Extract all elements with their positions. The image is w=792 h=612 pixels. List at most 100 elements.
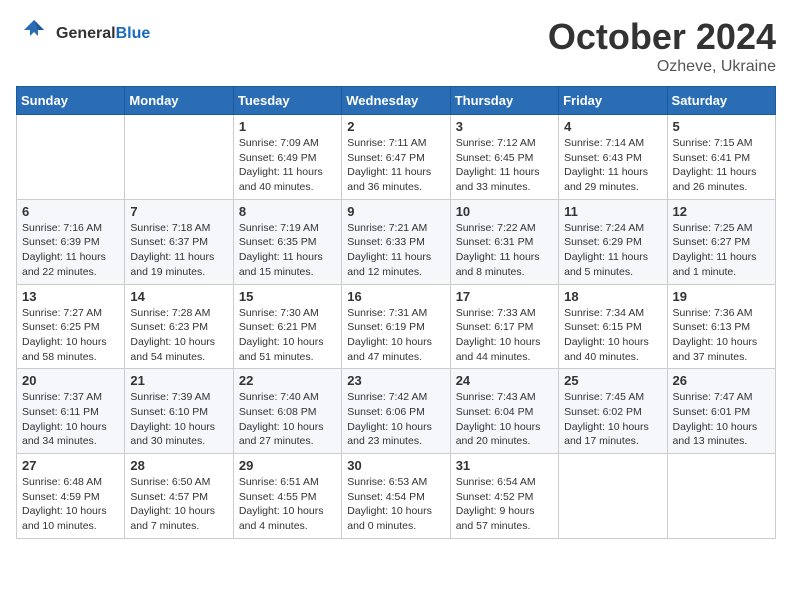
week-row-1: 1 Sunrise: 7:09 AMSunset: 6:49 PMDaylight…	[17, 115, 776, 200]
day-number: 28	[130, 458, 227, 473]
day-number: 11	[564, 204, 661, 219]
day-number: 23	[347, 373, 444, 388]
day-number: 26	[673, 373, 770, 388]
cell-content: Sunrise: 7:31 AMSunset: 6:19 PMDaylight:…	[347, 306, 444, 365]
calendar-cell: 1 Sunrise: 7:09 AMSunset: 6:49 PMDaylight…	[233, 115, 341, 200]
month-title: October 2024	[548, 16, 776, 58]
weekday-header-friday: Friday	[559, 87, 667, 115]
cell-content: Sunrise: 7:11 AMSunset: 6:47 PMDaylight:…	[347, 136, 444, 195]
day-number: 18	[564, 289, 661, 304]
calendar-cell: 5 Sunrise: 7:15 AMSunset: 6:41 PMDaylight…	[667, 115, 775, 200]
weekday-header-thursday: Thursday	[450, 87, 558, 115]
cell-content: Sunrise: 7:47 AMSunset: 6:01 PMDaylight:…	[673, 390, 770, 449]
day-number: 4	[564, 119, 661, 134]
day-number: 29	[239, 458, 336, 473]
cell-content: Sunrise: 7:43 AMSunset: 6:04 PMDaylight:…	[456, 390, 553, 449]
cell-content: Sunrise: 7:24 AMSunset: 6:29 PMDaylight:…	[564, 221, 661, 280]
day-number: 5	[673, 119, 770, 134]
cell-content: Sunrise: 7:27 AMSunset: 6:25 PMDaylight:…	[22, 306, 119, 365]
calendar-cell: 17Sunrise: 7:33 AMSunset: 6:17 PMDayligh…	[450, 284, 558, 369]
weekday-header-row: SundayMondayTuesdayWednesdayThursdayFrid…	[17, 87, 776, 115]
calendar-cell: 4 Sunrise: 7:14 AMSunset: 6:43 PMDaylight…	[559, 115, 667, 200]
calendar-cell: 20 Sunrise: 7:37 AMSunset: 6:11 PMDayligh…	[17, 369, 125, 454]
location-title: Ozheve, Ukraine	[548, 58, 776, 76]
week-row-4: 20 Sunrise: 7:37 AMSunset: 6:11 PMDayligh…	[17, 369, 776, 454]
calendar-cell: 28 Sunrise: 6:50 AMSunset: 4:57 PMDayligh…	[125, 454, 233, 539]
calendar-cell: 8 Sunrise: 7:19 AMSunset: 6:35 PMDaylight…	[233, 199, 341, 284]
calendar-cell: 31 Sunrise: 6:54 AMSunset: 4:52 PMDayligh…	[450, 454, 558, 539]
calendar-cell: 27 Sunrise: 6:48 AMSunset: 4:59 PMDayligh…	[17, 454, 125, 539]
cell-content: Sunrise: 7:14 AMSunset: 6:43 PMDaylight:…	[564, 136, 661, 195]
day-number: 6	[22, 204, 119, 219]
logo-text-general: General	[56, 25, 116, 43]
cell-content: Sunrise: 7:30 AMSunset: 6:21 PMDaylight:…	[239, 306, 336, 365]
day-number: 1	[239, 119, 336, 134]
day-number: 16	[347, 289, 444, 304]
cell-content: Sunrise: 6:53 AMSunset: 4:54 PMDaylight:…	[347, 475, 444, 534]
cell-content: Sunrise: 7:42 AMSunset: 6:06 PMDaylight:…	[347, 390, 444, 449]
calendar-cell: 25Sunrise: 7:45 AMSunset: 6:02 PMDayligh…	[559, 369, 667, 454]
day-number: 2	[347, 119, 444, 134]
cell-content: Sunrise: 7:45 AMSunset: 6:02 PMDaylight:…	[564, 390, 661, 449]
calendar-cell: 18 Sunrise: 7:34 AMSunset: 6:15 PMDayligh…	[559, 284, 667, 369]
cell-content: Sunrise: 6:51 AMSunset: 4:55 PMDaylight:…	[239, 475, 336, 534]
calendar-cell: 2 Sunrise: 7:11 AMSunset: 6:47 PMDaylight…	[342, 115, 450, 200]
calendar-cell: 9 Sunrise: 7:21 AMSunset: 6:33 PMDaylight…	[342, 199, 450, 284]
page-header: General Blue October 2024 Ozheve, Ukrain…	[16, 16, 776, 76]
cell-content: Sunrise: 7:22 AMSunset: 6:31 PMDaylight:…	[456, 221, 553, 280]
day-number: 10	[456, 204, 553, 219]
calendar-cell: 10 Sunrise: 7:22 AMSunset: 6:31 PMDayligh…	[450, 199, 558, 284]
calendar-cell	[125, 115, 233, 200]
calendar-cell: 15 Sunrise: 7:30 AMSunset: 6:21 PMDayligh…	[233, 284, 341, 369]
day-number: 22	[239, 373, 336, 388]
day-number: 15	[239, 289, 336, 304]
day-number: 7	[130, 204, 227, 219]
calendar-cell: 7 Sunrise: 7:18 AMSunset: 6:37 PMDaylight…	[125, 199, 233, 284]
cell-content: Sunrise: 7:28 AMSunset: 6:23 PMDaylight:…	[130, 306, 227, 365]
calendar-cell: 22 Sunrise: 7:40 AMSunset: 6:08 PMDayligh…	[233, 369, 341, 454]
cell-content: Sunrise: 7:39 AMSunset: 6:10 PMDaylight:…	[130, 390, 227, 449]
cell-content: Sunrise: 6:50 AMSunset: 4:57 PMDaylight:…	[130, 475, 227, 534]
cell-content: Sunrise: 7:09 AMSunset: 6:49 PMDaylight:…	[239, 136, 336, 195]
day-number: 8	[239, 204, 336, 219]
weekday-header-sunday: Sunday	[17, 87, 125, 115]
cell-content: Sunrise: 7:18 AMSunset: 6:37 PMDaylight:…	[130, 221, 227, 280]
calendar-cell	[667, 454, 775, 539]
calendar-cell: 3Sunrise: 7:12 AMSunset: 6:45 PMDaylight…	[450, 115, 558, 200]
week-row-3: 13Sunrise: 7:27 AMSunset: 6:25 PMDayligh…	[17, 284, 776, 369]
day-number: 27	[22, 458, 119, 473]
calendar-cell: 13Sunrise: 7:27 AMSunset: 6:25 PMDayligh…	[17, 284, 125, 369]
cell-content: Sunrise: 7:21 AMSunset: 6:33 PMDaylight:…	[347, 221, 444, 280]
calendar-cell: 16 Sunrise: 7:31 AMSunset: 6:19 PMDayligh…	[342, 284, 450, 369]
cell-content: Sunrise: 7:16 AMSunset: 6:39 PMDaylight:…	[22, 221, 119, 280]
cell-content: Sunrise: 7:19 AMSunset: 6:35 PMDaylight:…	[239, 221, 336, 280]
cell-content: Sunrise: 7:15 AMSunset: 6:41 PMDaylight:…	[673, 136, 770, 195]
day-number: 20	[22, 373, 119, 388]
calendar-cell	[559, 454, 667, 539]
cell-content: Sunrise: 7:37 AMSunset: 6:11 PMDaylight:…	[22, 390, 119, 449]
cell-content: Sunrise: 6:54 AMSunset: 4:52 PMDaylight:…	[456, 475, 553, 534]
day-number: 24	[456, 373, 553, 388]
cell-content: Sunrise: 6:48 AMSunset: 4:59 PMDaylight:…	[22, 475, 119, 534]
cell-content: Sunrise: 7:34 AMSunset: 6:15 PMDaylight:…	[564, 306, 661, 365]
day-number: 30	[347, 458, 444, 473]
day-number: 9	[347, 204, 444, 219]
cell-content: Sunrise: 7:36 AMSunset: 6:13 PMDaylight:…	[673, 306, 770, 365]
weekday-header-tuesday: Tuesday	[233, 87, 341, 115]
cell-content: Sunrise: 7:40 AMSunset: 6:08 PMDaylight:…	[239, 390, 336, 449]
calendar-cell: 26 Sunrise: 7:47 AMSunset: 6:01 PMDayligh…	[667, 369, 775, 454]
cell-content: Sunrise: 7:12 AMSunset: 6:45 PMDaylight:…	[456, 136, 553, 195]
cell-content: Sunrise: 7:33 AMSunset: 6:17 PMDaylight:…	[456, 306, 553, 365]
logo-text-blue: Blue	[116, 25, 151, 43]
weekday-header-wednesday: Wednesday	[342, 87, 450, 115]
calendar-cell: 29 Sunrise: 6:51 AMSunset: 4:55 PMDayligh…	[233, 454, 341, 539]
calendar-cell: 23 Sunrise: 7:42 AMSunset: 6:06 PMDayligh…	[342, 369, 450, 454]
week-row-2: 6 Sunrise: 7:16 AMSunset: 6:39 PMDaylight…	[17, 199, 776, 284]
calendar-cell	[17, 115, 125, 200]
calendar-cell: 19Sunrise: 7:36 AMSunset: 6:13 PMDayligh…	[667, 284, 775, 369]
title-block: October 2024 Ozheve, Ukraine	[548, 16, 776, 76]
day-number: 21	[130, 373, 227, 388]
logo-icon	[16, 16, 52, 52]
logo: General Blue	[16, 16, 150, 52]
day-number: 31	[456, 458, 553, 473]
